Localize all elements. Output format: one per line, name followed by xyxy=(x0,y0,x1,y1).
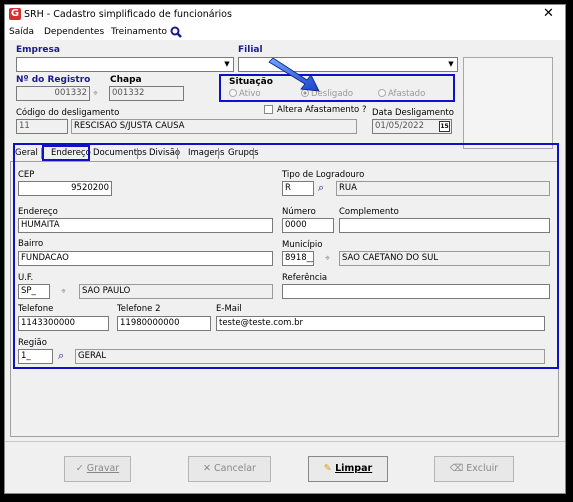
tipo-logradouro-code[interactable]: R xyxy=(282,181,314,196)
chevron-down-icon: ▼ xyxy=(224,60,230,68)
empresa-label: Empresa xyxy=(16,45,60,55)
chevron-down-icon: ▼ xyxy=(448,60,454,68)
telefone2-field[interactable]: 11980000000 xyxy=(117,316,211,331)
chapa-field: 001332 xyxy=(109,86,184,101)
main-window: G SRH - Cadastro simplificado de funcion… xyxy=(4,4,566,494)
altera-checkbox[interactable] xyxy=(264,105,273,114)
menu-bar: Saída Dependentes Treinamento xyxy=(5,24,565,40)
filial-label: Filial xyxy=(238,45,263,55)
numero-label: Número xyxy=(282,207,316,217)
situacao-highlight xyxy=(219,74,455,102)
altera-label: Altera Afastamento ? xyxy=(277,105,367,115)
numero-field[interactable]: 0000 xyxy=(282,218,334,233)
menu-treinamento[interactable]: Treinamento xyxy=(111,27,167,37)
telefone-label: Telefone xyxy=(18,304,54,314)
binoculars-icon[interactable]: ⌖ xyxy=(93,89,98,99)
referencia-label: Referência xyxy=(282,273,328,283)
calendar-icon[interactable]: 15 xyxy=(439,121,450,132)
municipio-label: Município xyxy=(282,240,323,250)
empresa-select[interactable]: ▼ xyxy=(16,57,234,72)
title-bar: G SRH - Cadastro simplificado de funcion… xyxy=(5,5,565,24)
uf-code[interactable]: SP_ xyxy=(18,284,50,299)
limpar-button[interactable]: ✎ Limpar xyxy=(308,456,388,482)
search-icon[interactable] xyxy=(170,26,182,38)
uf-desc: SAO PAULO xyxy=(79,284,273,299)
cancel-icon: ✕ xyxy=(203,463,211,474)
complemento-field[interactable] xyxy=(339,218,550,233)
municipio-code[interactable]: 8918__ xyxy=(282,251,314,266)
check-icon: ✓ xyxy=(75,463,84,474)
bairro-label: Bairro xyxy=(18,239,44,249)
chapa-label: Chapa xyxy=(110,75,142,85)
cep-field[interactable]: 9520200 xyxy=(18,181,112,196)
trash-icon: ⌫ xyxy=(449,463,464,474)
endereco-label: Endereço xyxy=(18,207,58,217)
email-field[interactable]: teste@teste.com.br xyxy=(216,316,545,331)
referencia-field[interactable] xyxy=(282,284,550,299)
excluir-button[interactable]: ⌫ Excluir xyxy=(434,456,514,482)
regiao-code[interactable]: 1_ xyxy=(18,349,53,364)
binoculars-icon[interactable]: ⌕ xyxy=(58,350,71,362)
cep-label: CEP xyxy=(18,170,35,180)
binoculars-icon[interactable]: ⌖ xyxy=(61,287,66,297)
app-icon: G xyxy=(9,8,21,20)
registro-field: 001332 xyxy=(16,86,90,101)
regiao-desc: GERAL xyxy=(75,349,545,364)
telefone2-label: Telefone 2 xyxy=(117,304,161,314)
desligamento-code-field: 11 xyxy=(16,119,68,134)
menu-saida[interactable]: Saída xyxy=(9,27,34,37)
email-label: E-Mail xyxy=(216,304,242,314)
close-icon[interactable]: ✕ xyxy=(543,6,554,22)
registro-label: Nº do Registro xyxy=(16,75,91,85)
broom-icon: ✎ xyxy=(323,463,332,474)
binoculars-icon[interactable]: ⌖ xyxy=(325,254,330,264)
gravar-button[interactable]: ✓ Gravar xyxy=(64,456,131,482)
endereco-field[interactable]: HUMAITA xyxy=(18,218,273,233)
binoculars-icon[interactable]: ⌕ xyxy=(318,182,330,194)
menu-dependentes[interactable]: Dependentes xyxy=(44,27,104,37)
window-title: SRH - Cadastro simplificado de funcionár… xyxy=(24,9,232,20)
desligamento-desc-field: RESCISAO S/JUSTA CAUSA xyxy=(71,119,357,134)
bairro-field[interactable]: FUNDACAO xyxy=(18,251,273,266)
arrow-annotation xyxy=(268,58,320,92)
uf-label: U.F. xyxy=(18,273,34,283)
regiao-label: Região xyxy=(18,338,47,348)
desligamento-label: Código do desligamento xyxy=(16,108,120,118)
telefone-field[interactable]: 1143300000 xyxy=(18,316,109,331)
cancelar-button[interactable]: ✕ Cancelar xyxy=(188,456,271,482)
tipo-logradouro-label: Tipo de Logradouro xyxy=(282,170,365,180)
complemento-label: Complemento xyxy=(339,207,399,217)
side-panel xyxy=(463,57,553,149)
data-desligamento-label: Data Desligamento xyxy=(372,108,454,118)
tipo-logradouro-desc: RUA xyxy=(336,181,550,196)
municipio-desc: SAO CAETANO DO SUL xyxy=(339,251,550,266)
